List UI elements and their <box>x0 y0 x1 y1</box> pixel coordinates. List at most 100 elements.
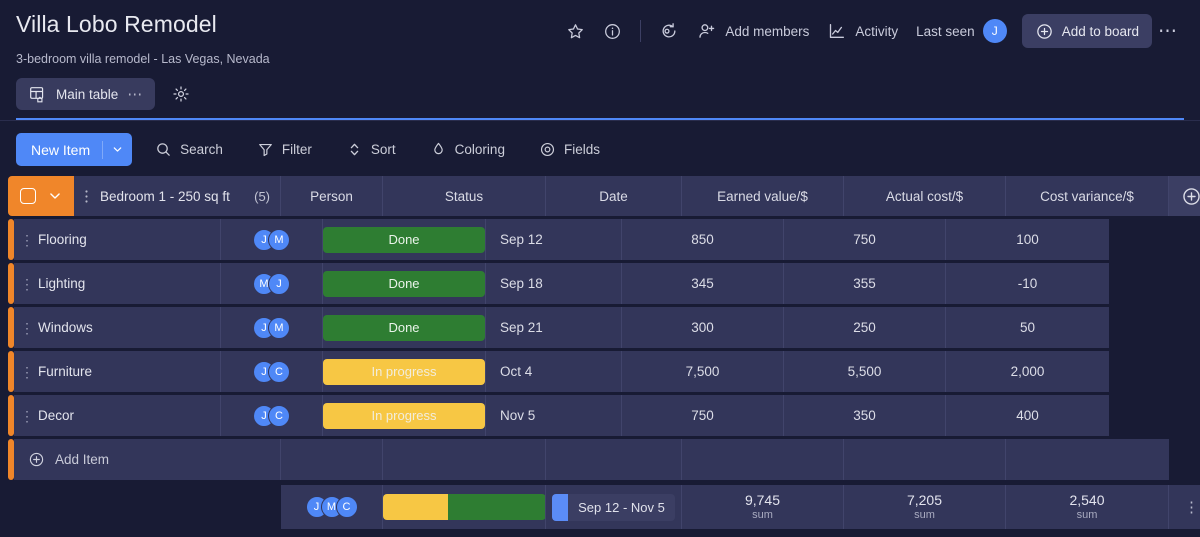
status-badge[interactable]: In progress <box>323 402 485 429</box>
board-more-menu-icon[interactable]: ⋯ <box>1152 20 1184 43</box>
row-person-cell[interactable]: JC <box>221 395 323 436</box>
row-cost-variance-cell[interactable]: -10 <box>946 263 1109 304</box>
row-drag-handle-icon[interactable]: ⋮ <box>20 409 34 423</box>
row-status-cell[interactable]: In progress <box>323 395 486 436</box>
row-earned-value-cell[interactable]: 850 <box>622 219 784 260</box>
column-header-cost-variance[interactable]: Cost variance/$ <box>1006 176 1169 216</box>
row-earned-value-cell[interactable]: 300 <box>622 307 784 348</box>
view-tabs: Main table ⋯ <box>16 78 1184 110</box>
avatar: C <box>335 496 358 518</box>
avatar: J <box>268 272 290 295</box>
row-person-cell[interactable]: MJ <box>221 263 323 304</box>
row-date-cell[interactable]: Sep 21 <box>486 307 622 348</box>
add-members-button[interactable]: Add members <box>688 15 818 47</box>
column-header-date[interactable]: Date <box>546 176 682 216</box>
select-all-checkbox[interactable] <box>20 188 36 204</box>
status-badge[interactable]: Done <box>323 226 485 253</box>
row-cost-variance-cell[interactable]: 50 <box>946 307 1109 348</box>
table-row[interactable]: ⋮ Lighting M J Done Sep 18 345 355 -10 <box>8 263 1200 304</box>
status-badge[interactable]: In progress <box>323 358 485 385</box>
sort-button[interactable]: Sort <box>335 134 407 166</box>
row-name-cell[interactable]: ⋮ Decor <box>14 395 221 436</box>
tab-more-menu-icon[interactable]: ⋯ <box>127 85 143 103</box>
board-table: Bedroom 1 - 250 sq ft (5) Person Status … <box>0 176 1200 537</box>
column-header-status[interactable]: Status <box>383 176 546 216</box>
row-status-cell[interactable]: In progress <box>323 351 486 392</box>
row-status-cell[interactable]: Done <box>323 263 486 304</box>
row-actual-cost-cell[interactable]: 350 <box>784 395 946 436</box>
add-column-button[interactable] <box>1169 176 1200 216</box>
status-badge[interactable]: Done <box>323 270 485 297</box>
table-row[interactable]: ⋮ Windows J M Done Sep 21 300 250 50 <box>8 307 1200 348</box>
row-cost-variance-cell[interactable]: 2,000 <box>946 351 1109 392</box>
add-item-label: Add Item <box>55 452 110 467</box>
row-date-cell[interactable]: Nov 5 <box>486 395 622 436</box>
add-item-row[interactable]: Add Item <box>8 439 1200 480</box>
table-row[interactable]: ⋮ Flooring J M Done Sep 12 850 750 100 <box>8 219 1200 260</box>
table-row[interactable]: ⋮ Furniture J C In progress Oct 4 7,500 5,500 2,… <box>8 351 1200 392</box>
status-segment-done <box>447 494 546 520</box>
row-name-cell[interactable]: ⋮ Lighting <box>14 263 221 304</box>
row-cost-variance-cell[interactable]: 100 <box>946 219 1109 260</box>
row-earned-value-cell[interactable]: 750 <box>622 395 784 436</box>
summary-variance-label: sum <box>1076 509 1098 521</box>
group-title: Bedroom 1 - 250 sq ft <box>100 188 230 204</box>
drag-handle-icon[interactable] <box>82 189 91 204</box>
row-person-cell[interactable]: JC <box>221 351 323 392</box>
row-earned-value-cell[interactable]: 7,500 <box>622 351 784 392</box>
row-date-cell[interactable]: Oct 4 <box>486 351 622 392</box>
row-actual-cost-cell[interactable]: 250 <box>784 307 946 348</box>
row-name-cell[interactable]: ⋮ Furniture <box>14 351 221 392</box>
table-body: ⋮ Flooring J M Done Sep 12 850 750 100 ⋮ Lighting M… <box>8 219 1200 436</box>
filter-button[interactable]: Filter <box>246 134 323 166</box>
row-actual-cost-cell[interactable]: 5,500 <box>784 351 946 392</box>
column-header-earned-value[interactable]: Earned value/$ <box>682 176 844 216</box>
group-collapse-chevron-icon[interactable] <box>48 189 62 203</box>
add-members-label: Add members <box>725 23 810 39</box>
fields-button[interactable]: Fields <box>528 134 611 166</box>
row-drag-handle-icon[interactable]: ⋮ <box>20 233 34 247</box>
info-icon[interactable] <box>594 15 631 47</box>
chevron-down-icon[interactable] <box>103 144 132 155</box>
status-badge[interactable]: Done <box>323 314 485 341</box>
row-status-cell[interactable]: Done <box>323 307 486 348</box>
row-drag-handle-icon[interactable]: ⋮ <box>20 365 34 379</box>
row-status-cell[interactable]: Done <box>323 219 486 260</box>
favorite-star-icon[interactable] <box>557 15 594 47</box>
summary-variance-value: 2,540 <box>1069 492 1105 508</box>
header-actions: Add members Activity Last seen J Add to … <box>557 10 1184 48</box>
row-name-cell[interactable]: ⋮ Windows <box>14 307 221 348</box>
row-actual-cost-cell[interactable]: 750 <box>784 219 946 260</box>
row-date-cell[interactable]: Sep 18 <box>486 263 622 304</box>
group-select-cell[interactable] <box>8 176 74 216</box>
automation-refresh-icon[interactable] <box>650 15 688 47</box>
add-to-board-label: Add to board <box>1061 23 1139 39</box>
row-person-cell[interactable]: JM <box>221 307 323 348</box>
row-person-cell[interactable]: JM <box>221 219 323 260</box>
group-title-cell[interactable]: Bedroom 1 - 250 sq ft (5) <box>74 176 281 216</box>
column-header-actual-cost[interactable]: Actual cost/$ <box>844 176 1006 216</box>
coloring-button[interactable]: Coloring <box>419 134 516 166</box>
date-range-label: Sep 12 - Nov 5 <box>578 499 665 515</box>
column-header-person[interactable]: Person <box>281 176 383 216</box>
new-item-button[interactable]: New Item <box>16 133 133 166</box>
row-drag-handle-icon[interactable]: ⋮ <box>20 277 34 291</box>
row-actual-cost-cell[interactable]: 355 <box>784 263 946 304</box>
tab-main-table[interactable]: Main table ⋯ <box>16 78 155 110</box>
row-drag-handle-icon[interactable]: ⋮ <box>20 321 34 335</box>
add-to-board-button[interactable]: Add to board <box>1021 14 1152 48</box>
filter-label: Filter <box>281 142 312 157</box>
last-seen[interactable]: Last seen J <box>907 15 1016 47</box>
row-date-cell[interactable]: Sep 12 <box>486 219 622 260</box>
gear-icon[interactable] <box>165 78 197 110</box>
table-row[interactable]: ⋮ Decor J C In progress Nov 5 750 350 400 <box>8 395 1200 436</box>
summary-spacer <box>8 485 281 529</box>
add-item-cell[interactable]: Add Item <box>14 439 281 480</box>
row-name-cell[interactable]: ⋮ Flooring <box>14 219 221 260</box>
row-earned-value-cell[interactable]: 345 <box>622 263 784 304</box>
search-button[interactable]: Search <box>144 134 234 166</box>
summary-actual-label: sum <box>914 509 935 521</box>
activity-button[interactable]: Activity <box>818 15 907 47</box>
summary-more-menu-icon[interactable]: ⋮ <box>1169 485 1200 529</box>
row-cost-variance-cell[interactable]: 400 <box>946 395 1109 436</box>
